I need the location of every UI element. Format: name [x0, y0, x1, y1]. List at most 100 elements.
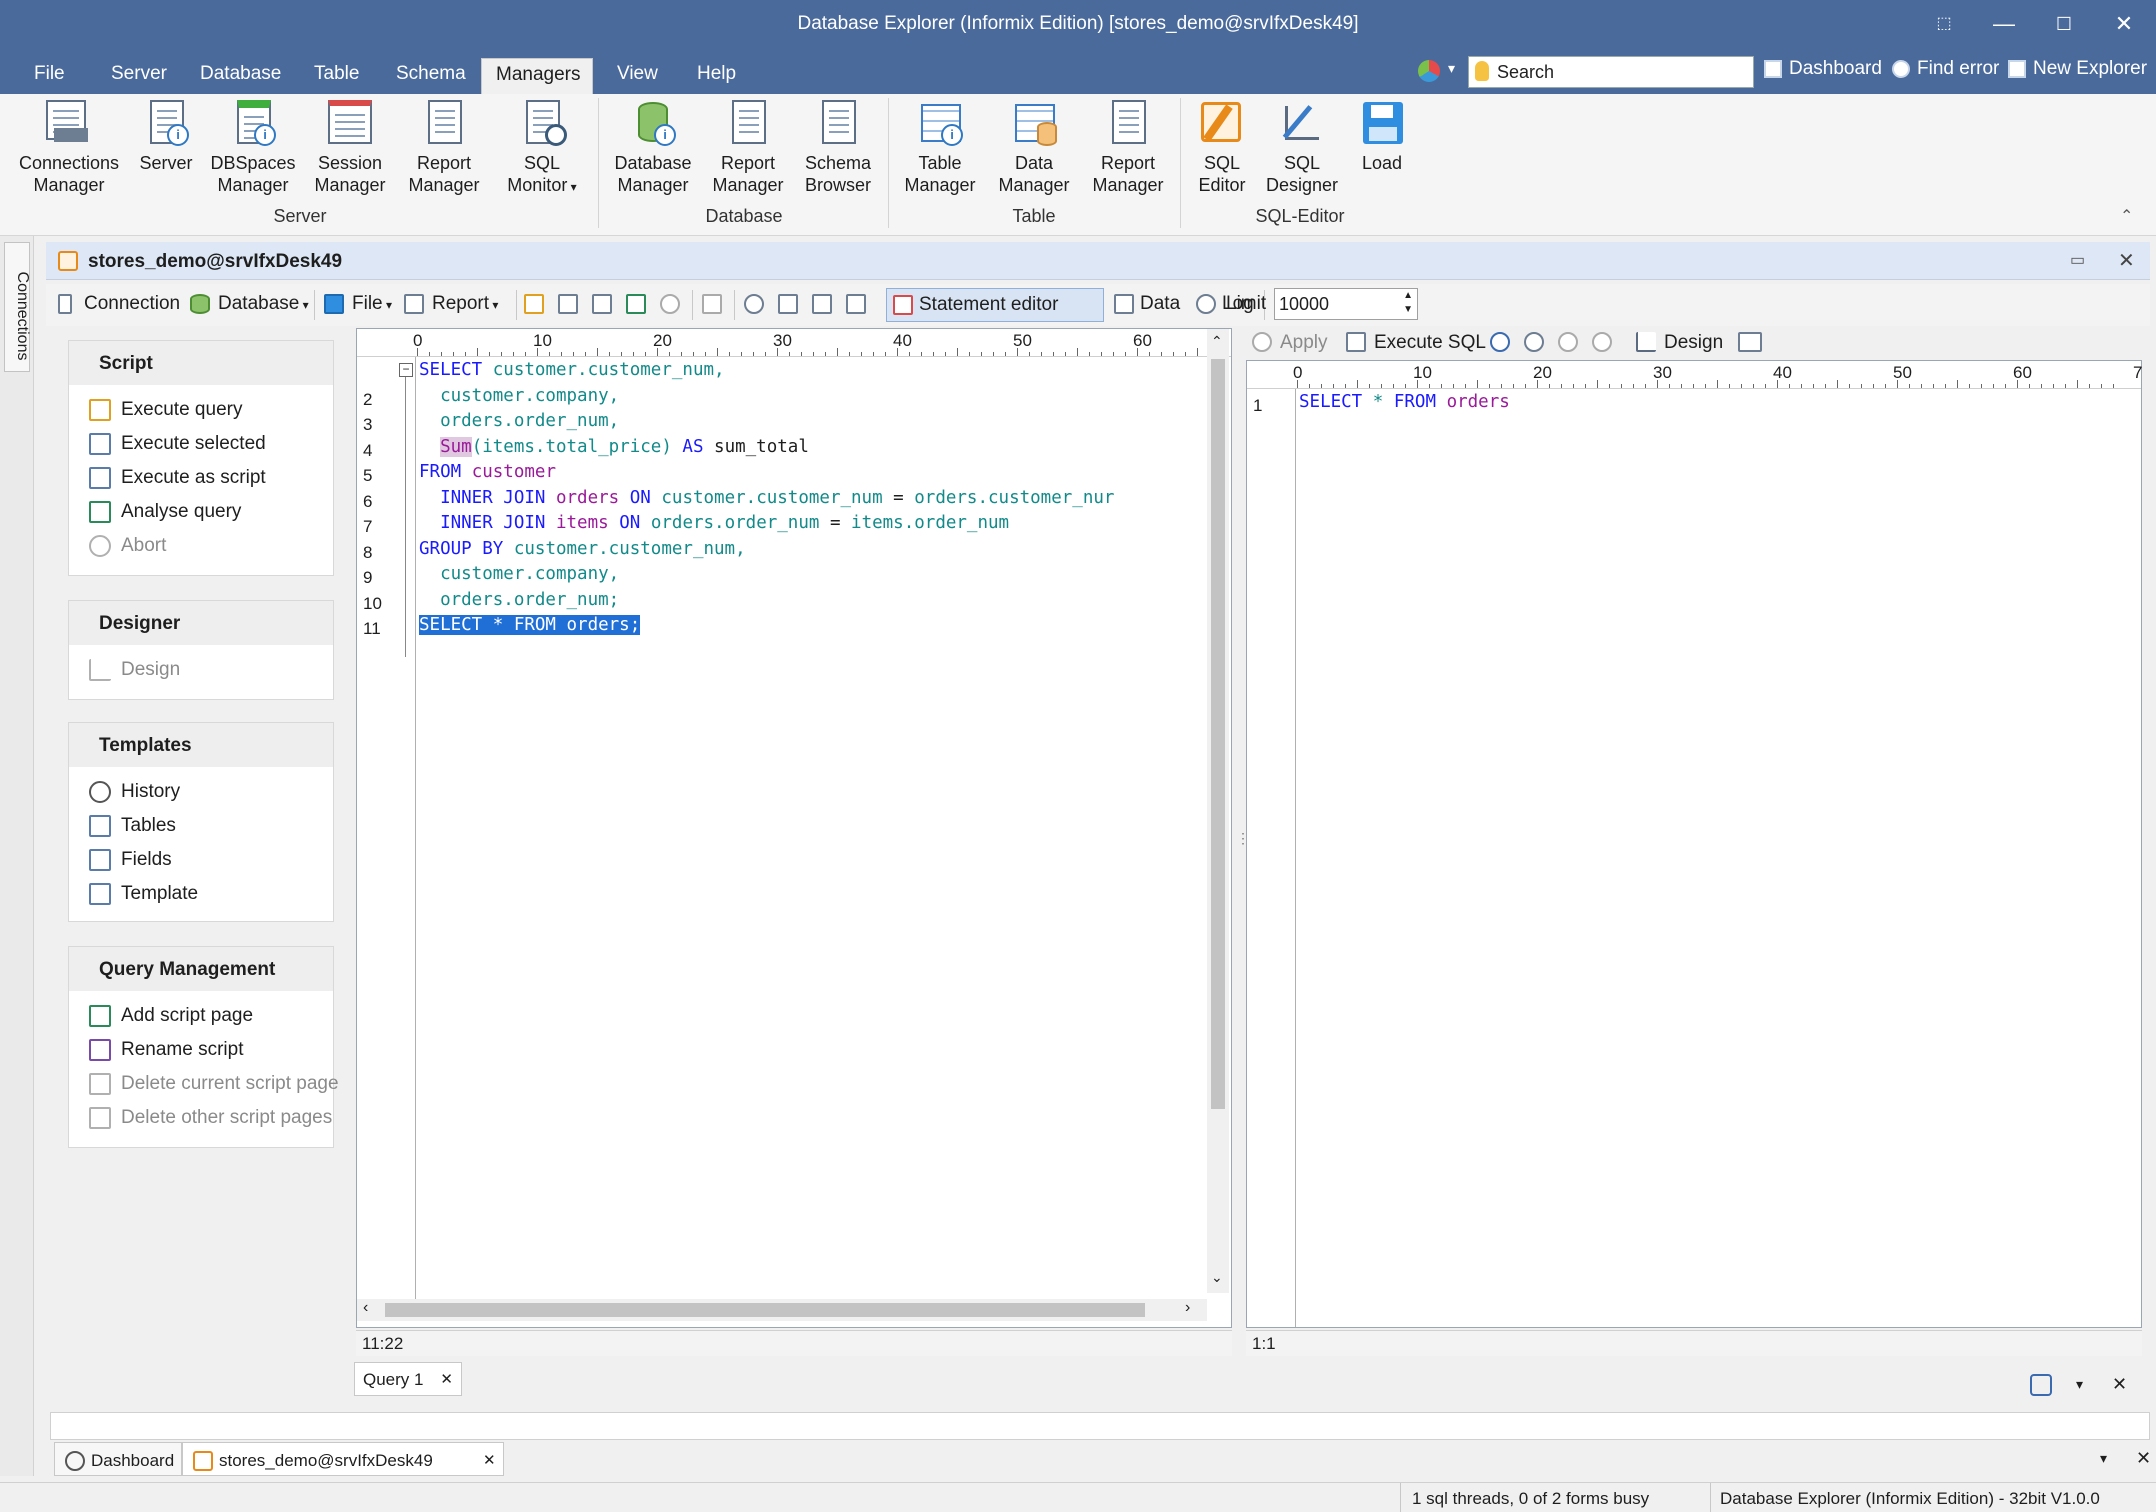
- search-input[interactable]: Search: [1468, 56, 1754, 88]
- sql-editor[interactable]: 0 10 20 30 40 50 60 − 2 3 4 5 6 7 8 9 10 11 SELECT cust…: [356, 328, 1232, 1328]
- report-dropdown[interactable]: Report ▾: [432, 293, 498, 315]
- sql-code[interactable]: SELECT customer.customer_num, customer.c…: [419, 358, 1209, 639]
- menu-view[interactable]: View: [603, 58, 672, 94]
- first-icon[interactable]: [1490, 332, 1510, 352]
- code-line[interactable]: Sum(items.total_price) AS sum_total: [419, 435, 1209, 461]
- database-manager-button[interactable]: i Database Manager: [608, 98, 698, 196]
- menu-database[interactable]: Database: [186, 58, 295, 94]
- sql-monitor-button[interactable]: SQL Monitor ▾: [496, 98, 588, 198]
- template-icon[interactable]: [846, 294, 866, 314]
- horizontal-scrollbar[interactable]: ‹ ›: [357, 1299, 1207, 1321]
- layout-icon[interactable]: [1738, 332, 1762, 352]
- side-tab-connections[interactable]: Connections: [4, 242, 31, 372]
- code-line[interactable]: GROUP BY customer.customer_num,: [419, 537, 1209, 563]
- menu-table[interactable]: Table: [300, 58, 373, 94]
- last-icon[interactable]: [1592, 332, 1612, 352]
- close-tab-icon[interactable]: ✕: [483, 1451, 496, 1469]
- history-icon[interactable]: [744, 294, 764, 314]
- menu-server[interactable]: Server: [97, 58, 181, 94]
- server-button[interactable]: i Server: [134, 98, 198, 174]
- chevron-down-icon[interactable]: ▾: [1448, 60, 1455, 77]
- abort-icon[interactable]: [660, 294, 680, 314]
- rename-script-item[interactable]: Rename script: [89, 1039, 244, 1061]
- analyse-query-item[interactable]: Analyse query: [89, 501, 241, 523]
- code-line[interactable]: FROM customer: [419, 460, 1209, 486]
- menu-help[interactable]: Help: [683, 58, 750, 94]
- previous-icon[interactable]: [1524, 332, 1544, 352]
- menu-managers[interactable]: Managers: [481, 58, 593, 94]
- maximize-button[interactable]: ☐: [2040, 0, 2088, 50]
- execute-selected-item[interactable]: Execute selected: [89, 433, 266, 455]
- limit-input[interactable]: 10000 ▲ ▼: [1274, 288, 1418, 320]
- code-line[interactable]: INNER JOIN orders ON customer.customer_n…: [419, 486, 1209, 512]
- menu-file[interactable]: File: [20, 58, 79, 94]
- db-report-manager-button[interactable]: Report Manager: [706, 98, 790, 196]
- scroll-left-icon[interactable]: ‹: [363, 1299, 368, 1317]
- execute-selected-icon[interactable]: [558, 294, 578, 314]
- focus-icon[interactable]: ⬚: [1920, 0, 1968, 50]
- scroll-down-icon[interactable]: ⌄: [1211, 1269, 1223, 1286]
- window-tab-dashboard[interactable]: Dashboard: [54, 1442, 182, 1476]
- code-line[interactable]: SELECT customer.customer_num,: [419, 358, 1209, 384]
- execute-as-script-item[interactable]: Execute as script: [89, 467, 266, 489]
- abort-item[interactable]: Abort: [89, 535, 166, 557]
- close-button[interactable]: ✕: [2100, 0, 2148, 50]
- design-icon[interactable]: [702, 294, 722, 314]
- close-tab-icon[interactable]: ✕: [440, 1370, 453, 1388]
- vertical-scrollbar[interactable]: ⌃ ⌄: [1207, 329, 1229, 1293]
- code-line[interactable]: orders.order_num;: [419, 588, 1209, 614]
- database-dropdown[interactable]: Database ▾: [218, 293, 309, 315]
- tabs-menu-icon[interactable]: ▾: [2100, 1450, 2107, 1467]
- close-panel-icon[interactable]: ✕: [2112, 1374, 2127, 1395]
- sql-editor-button[interactable]: SQL Editor: [1190, 98, 1254, 196]
- session-manager-button[interactable]: Session Manager: [308, 98, 392, 196]
- schema-browser-button[interactable]: Schema Browser: [798, 98, 878, 196]
- template-item[interactable]: Template: [89, 883, 198, 905]
- vertical-scroll-thumb[interactable]: [1211, 359, 1225, 1109]
- execute-sql-button[interactable]: Execute SQL: [1374, 332, 1486, 354]
- execute-query-icon[interactable]: [524, 294, 544, 314]
- scroll-right-icon[interactable]: ›: [1185, 1299, 1190, 1317]
- new-explorer-link[interactable]: New Explorer: [2008, 58, 2147, 80]
- horizontal-scroll-thumb[interactable]: [385, 1303, 1145, 1317]
- code-line[interactable]: customer.company,: [419, 384, 1209, 410]
- tab-menu-icon[interactable]: ▾: [2076, 1376, 2083, 1393]
- code-line[interactable]: SELECT * FROM orders;: [419, 613, 1209, 639]
- close-document-icon[interactable]: ✕: [2118, 248, 2135, 273]
- tables-item[interactable]: Tables: [89, 815, 176, 837]
- execute-query-item[interactable]: Execute query: [89, 399, 242, 421]
- load-button[interactable]: Load: [1350, 98, 1414, 174]
- history-item[interactable]: History: [89, 781, 180, 803]
- menu-schema[interactable]: Schema: [382, 58, 480, 94]
- sql-designer-button[interactable]: SQL Designer: [1262, 98, 1342, 196]
- delete-other-script-pages-item[interactable]: Delete other script pages: [89, 1107, 332, 1129]
- fold-icon[interactable]: −: [399, 363, 413, 377]
- delete-current-script-page-item[interactable]: Delete current script page: [89, 1073, 339, 1095]
- edit-icon[interactable]: [2030, 1374, 2052, 1396]
- design-button[interactable]: Design: [1664, 332, 1723, 354]
- scroll-up-icon[interactable]: ⌃: [1211, 333, 1223, 350]
- minimize-button[interactable]: —: [1980, 0, 2028, 50]
- file-dropdown[interactable]: File ▾: [352, 293, 392, 315]
- code-line[interactable]: INNER JOIN items ON orders.order_num = i…: [419, 511, 1209, 537]
- window-tab-stores-demo[interactable]: stores_demo@srvIfxDesk49 ✕: [182, 1442, 504, 1476]
- table-report-manager-button[interactable]: Report Manager: [1086, 98, 1170, 196]
- close-window-tab-icon[interactable]: ✕: [2136, 1448, 2151, 1469]
- fields-icon[interactable]: [812, 294, 832, 314]
- dashboard-link[interactable]: Dashboard: [1764, 58, 1882, 80]
- add-script-page-item[interactable]: Add script page: [89, 1005, 253, 1027]
- pin-icon[interactable]: ▭: [2070, 250, 2085, 270]
- statement-code[interactable]: SELECT * FROM orders: [1299, 390, 2129, 416]
- query-tab[interactable]: Query 1 ✕: [354, 1362, 462, 1396]
- data-button[interactable]: Data: [1140, 293, 1180, 315]
- tables-icon[interactable]: [778, 294, 798, 314]
- code-line[interactable]: customer.company,: [419, 562, 1209, 588]
- execute-script-icon[interactable]: [592, 294, 612, 314]
- data-manager-button[interactable]: Data Manager: [992, 98, 1076, 196]
- connection-button[interactable]: Connection: [84, 293, 180, 315]
- design-item[interactable]: Design: [89, 659, 180, 681]
- theme-icon[interactable]: [1418, 60, 1440, 82]
- code-line[interactable]: orders.order_num,: [419, 409, 1209, 435]
- find-error-link[interactable]: Find error: [1892, 58, 1999, 80]
- code-line[interactable]: SELECT * FROM orders: [1299, 390, 2129, 416]
